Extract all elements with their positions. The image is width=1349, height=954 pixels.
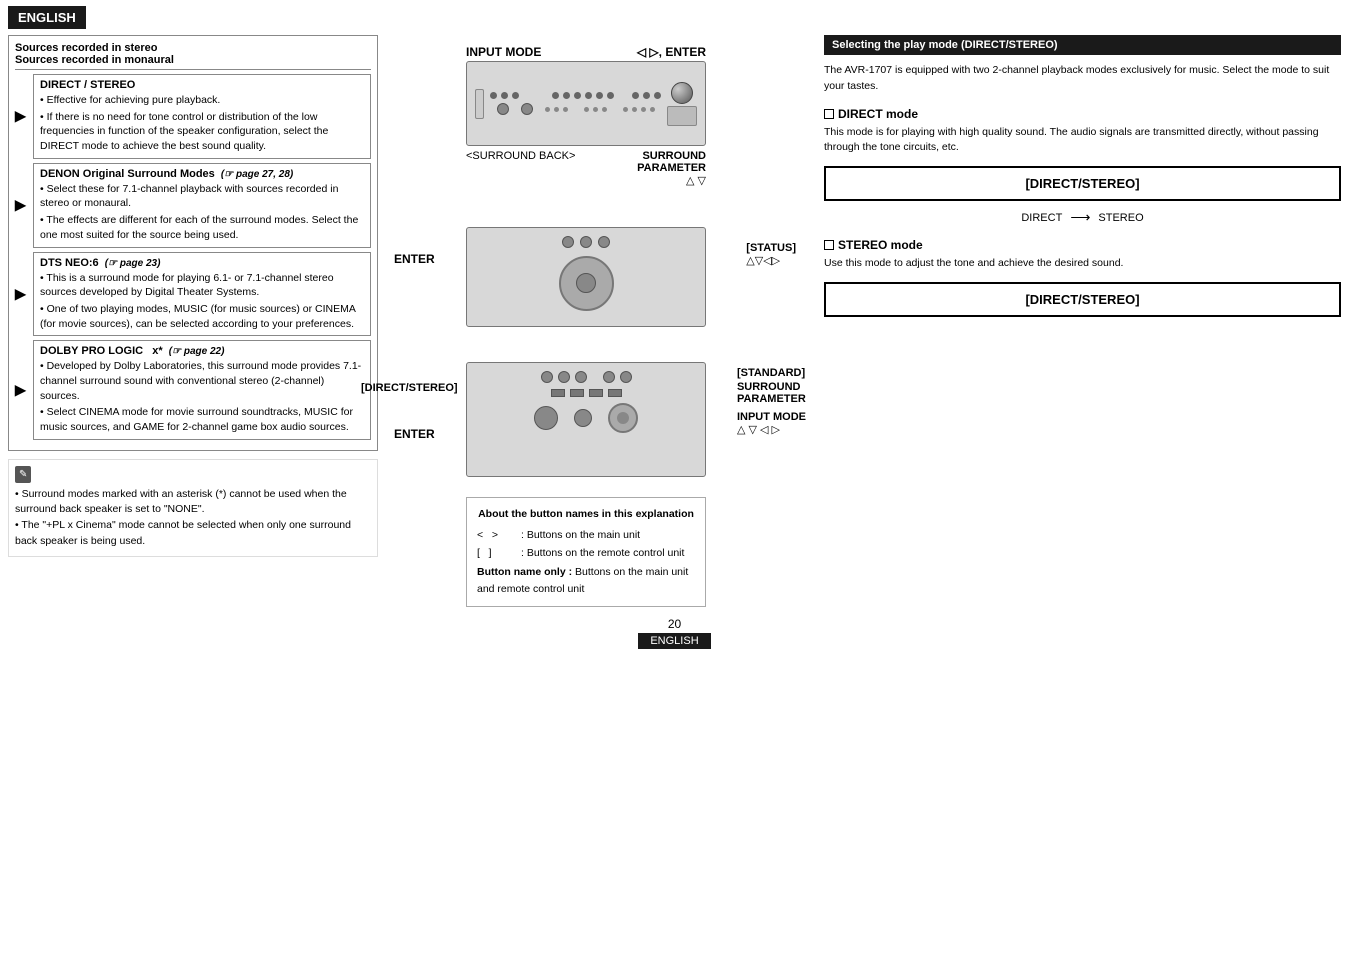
- mode-denon: DENON Original Surround Modes (☞ page 27…: [33, 163, 371, 248]
- label-direct-stereo-left: [DIRECT/STEREO]: [361, 382, 458, 394]
- mode-desc-dolby-2: • Select CINEMA mode for movie surround …: [40, 405, 364, 434]
- mode-desc-direct-2: • If there is no need for tone control o…: [40, 110, 364, 154]
- stereo-mode-desc: Use this mode to adjust the tone and ach…: [824, 256, 1341, 272]
- mode-title-denon: DENON Original Surround Modes (☞ page 27…: [40, 168, 364, 180]
- desc-remote: : Buttons on the remote control unit: [521, 545, 695, 562]
- mode-page-dolby: (☞ page 22): [169, 346, 225, 357]
- arrow-denon: ▶: [15, 197, 26, 214]
- mode-desc-dts-2: • One of two playing modes, MUSIC (for m…: [40, 302, 364, 331]
- direct-arrow-row: DIRECT ⟶ STEREO: [824, 209, 1341, 226]
- arrow-direct: ▶: [15, 108, 26, 125]
- label-enter-bot: ENTER: [394, 427, 435, 441]
- label-enter-mid: ENTER: [394, 252, 435, 266]
- button-names-box: About the button names in this explanati…: [466, 497, 706, 607]
- label-input-mode: INPUT MODE: [466, 45, 541, 59]
- mode-page-dts: (☞ page 23): [105, 258, 161, 269]
- mode-desc-dts-1: • This is a surround mode for playing 6.…: [40, 271, 364, 300]
- device-mid-graphic: [466, 227, 706, 327]
- direct-stereo-box: [DIRECT/STEREO]: [824, 166, 1341, 201]
- label-status-right: [STATUS] △▽◁▷: [746, 242, 796, 267]
- desc-main: : Buttons on the main unit: [521, 527, 695, 544]
- mode-desc-direct-1: • Effective for achieving pure playback.: [40, 93, 364, 108]
- note-2: • The "+PL x Cinema" mode cannot be sele…: [15, 518, 371, 550]
- label-status: [STATUS]: [746, 242, 796, 254]
- top-device-area: INPUT MODE ◁ ▷, ENTER: [466, 45, 706, 187]
- note-icon: ✎: [15, 466, 31, 483]
- section-title: Selecting the play mode (DIRECT/STEREO): [824, 35, 1341, 55]
- mode-block-direct: ▶ DIRECT / STEREO • Effective for achiev…: [33, 74, 371, 159]
- arrow-dolby: ▶: [15, 381, 26, 398]
- device-bot-graphic: [466, 362, 706, 477]
- mode-title-dolby: DOLBY PRO LOGIC x* (☞ page 22): [40, 345, 364, 357]
- direct-mode-desc: This mode is for playing with high quali…: [824, 125, 1341, 157]
- mode-desc-denon-1: • Select these for 7.1-channel playback …: [40, 182, 364, 211]
- label-standard: [STANDARD]: [737, 367, 806, 379]
- volume-knob: [671, 82, 693, 104]
- symbol-main: < >: [477, 527, 517, 544]
- device-diagrams-wrapper: INPUT MODE ◁ ▷, ENTER: [386, 35, 806, 607]
- label-surround-param-line1: SURROUND: [637, 150, 706, 162]
- language-label: ENGLISH: [8, 6, 86, 29]
- checkbox-stereo: [824, 240, 834, 250]
- mode-dolby: DOLBY PRO LOGIC x* (☞ page 22) • Develop…: [33, 340, 371, 439]
- direct-mode-title: DIRECT mode: [838, 107, 918, 121]
- right-column: Selecting the play mode (DIRECT/STEREO) …: [814, 35, 1341, 607]
- right-arrow-icon: ⟶: [1070, 209, 1090, 226]
- right-intro: The AVR-1707 is equipped with two 2-chan…: [824, 63, 1341, 95]
- btn-names-title: About the button names in this explanati…: [477, 506, 695, 523]
- label-arrows-bot: △ ▽ ◁ ▷: [737, 423, 806, 436]
- left-column: Sources recorded in stereoSources record…: [8, 35, 378, 607]
- note-1: • Surround modes marked with an asterisk…: [15, 487, 371, 519]
- mode-title-dts: DTS NEO:6 (☞ page 23): [40, 257, 364, 269]
- sources-title: Sources recorded in stereoSources record…: [15, 42, 371, 70]
- mode-block-denon: ▶ DENON Original Surround Modes (☞ page …: [33, 163, 371, 248]
- notes-section: ✎ • Surround modes marked with an asteri…: [8, 459, 378, 557]
- footer-lang: ENGLISH: [638, 633, 710, 649]
- label-surround-bot: SURROUND: [737, 381, 806, 393]
- symbol-remote: [ ]: [477, 545, 517, 562]
- mode-title-direct: DIRECT / STEREO: [40, 79, 364, 91]
- direct-mode-header: DIRECT mode: [824, 107, 1341, 121]
- stereo-label: STEREO: [1098, 212, 1143, 224]
- page-footer: 20 ENGLISH: [0, 617, 1349, 649]
- label-surround-param-line2: PARAMETER: [637, 162, 706, 174]
- label-input-mode-bot: INPUT MODE: [737, 411, 806, 423]
- stereo-mode-header: STEREO mode: [824, 238, 1341, 252]
- mode-dts: DTS NEO:6 (☞ page 23) • This is a surrou…: [33, 252, 371, 337]
- page-number: 20: [668, 617, 681, 631]
- bot-device-area: [DIRECT/STEREO] ENTER [STANDARD] SURROUN…: [466, 362, 706, 477]
- middle-column: INPUT MODE ◁ ▷, ENTER: [386, 35, 806, 607]
- arrow-dts: ▶: [15, 285, 26, 302]
- label-param-bot: PARAMETER: [737, 393, 806, 405]
- mode-block-dts: ▶ DTS NEO:6 (☞ page 23) • This is a surr…: [33, 252, 371, 337]
- direct-label: DIRECT: [1021, 212, 1062, 224]
- label-right-bot: [STANDARD] SURROUND PARAMETER INPUT MODE…: [737, 367, 806, 436]
- mode-desc-dolby-1: • Developed by Dolby Laboratories, this …: [40, 359, 364, 403]
- label-arrows-enter: ◁ ▷, ENTER: [637, 45, 706, 59]
- mode-desc-denon-2: • The effects are different for each of …: [40, 213, 364, 242]
- mode-direct-stereo: DIRECT / STEREO • Effective for achievin…: [33, 74, 371, 159]
- mode-page-denon: (☞ page 27, 28): [221, 169, 293, 180]
- label-surround-arrows: △ ▽: [637, 174, 706, 187]
- checkbox-direct: [824, 109, 834, 119]
- sources-box: Sources recorded in stereoSources record…: [8, 35, 378, 451]
- mode-block-dolby: ▶ DOLBY PRO LOGIC x* (☞ page 22) • Devel…: [33, 340, 371, 439]
- mid-device-area: ENTER [STATUS] △▽◁▷: [466, 227, 706, 327]
- stereo-mode-title: STEREO mode: [838, 238, 923, 252]
- stereo-box: [DIRECT/STEREO]: [824, 282, 1341, 317]
- label-surround-back: <SURROUND BACK>: [466, 150, 575, 187]
- device-top-graphic: [466, 61, 706, 146]
- label-status-arrows: △▽◁▷: [746, 254, 796, 267]
- bold-row-label: Button name only :: [477, 566, 572, 578]
